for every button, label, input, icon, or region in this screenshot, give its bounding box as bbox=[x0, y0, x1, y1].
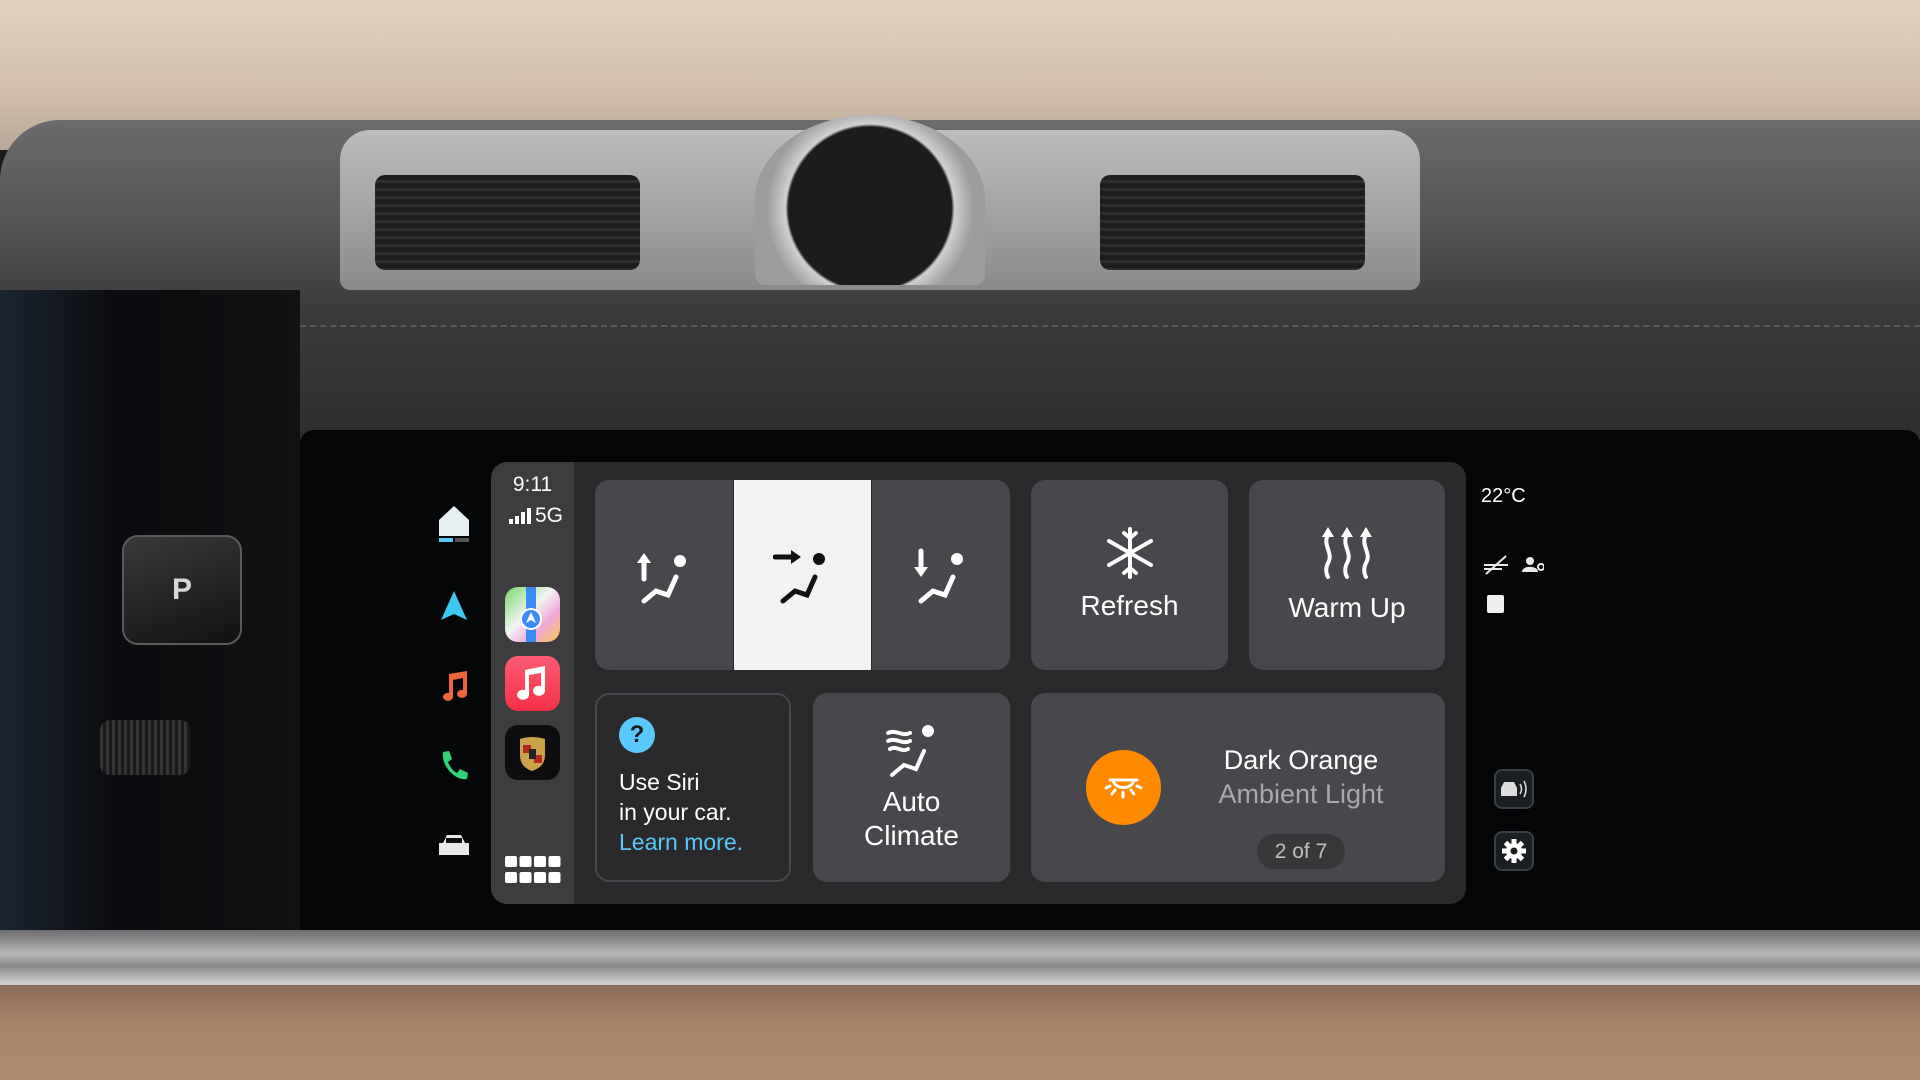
question-icon: ? bbox=[619, 717, 655, 753]
ambient-title: Dark Orange bbox=[1223, 745, 1379, 775]
app-grid-icon[interactable] bbox=[505, 856, 561, 884]
siri-line1: Use Siri bbox=[619, 769, 700, 795]
dashboard-clock bbox=[755, 115, 985, 285]
airflow-center-button[interactable] bbox=[734, 480, 871, 670]
settings-button[interactable] bbox=[1494, 831, 1534, 871]
siri-line2: in your car. bbox=[619, 799, 732, 825]
park-assist-icon bbox=[1501, 780, 1527, 798]
air-vent-left bbox=[375, 175, 640, 270]
drive-mode-knob bbox=[100, 720, 190, 775]
snowflake-icon bbox=[1106, 527, 1153, 579]
signal-icon bbox=[508, 508, 531, 524]
auto-climate-tile[interactable]: Auto Climate bbox=[813, 693, 1010, 882]
air-vent-right bbox=[1100, 175, 1365, 270]
car-icon[interactable] bbox=[430, 822, 478, 870]
park-assist-button[interactable] bbox=[1494, 769, 1534, 809]
airflow-up-icon bbox=[637, 553, 686, 604]
network-type: 5G bbox=[534, 504, 563, 527]
maps-icon[interactable] bbox=[505, 587, 560, 642]
warm-up-tile[interactable]: Warm Up bbox=[1249, 480, 1445, 670]
page-indicator: 2 of 7 bbox=[1257, 834, 1345, 869]
music-icon[interactable] bbox=[430, 662, 478, 710]
ambient-light-icon bbox=[1086, 750, 1161, 825]
airflow-down-icon bbox=[914, 548, 963, 604]
gear-icon bbox=[1502, 839, 1526, 863]
auto-climate-icon bbox=[885, 724, 934, 777]
refresh-label: Refresh bbox=[1080, 590, 1179, 621]
refresh-tile[interactable]: Refresh bbox=[1031, 480, 1228, 670]
navigation-icon[interactable] bbox=[430, 582, 478, 630]
auto-climate-line2: Climate bbox=[864, 819, 959, 851]
temperature-readout: 22°C bbox=[1481, 485, 1526, 507]
trim-strip bbox=[0, 930, 1920, 990]
leather-seam bbox=[160, 325, 1920, 329]
ambient-subtitle: Ambient Light bbox=[1218, 779, 1384, 809]
airflow-up-button[interactable] bbox=[595, 480, 733, 670]
status-time: 9:11 bbox=[512, 473, 553, 496]
home-icon[interactable] bbox=[430, 500, 478, 548]
warm-up-label: Warm Up bbox=[1288, 592, 1406, 623]
status-network: 5G bbox=[498, 504, 574, 528]
siri-tip-tile[interactable]: ? Use Siri in your car. Learn more. bbox=[595, 693, 791, 882]
notification-icon bbox=[1487, 595, 1504, 613]
learn-more-link[interactable]: Learn more. bbox=[619, 827, 789, 857]
park-button: P bbox=[122, 535, 242, 645]
auto-climate-line1: Auto bbox=[882, 785, 941, 817]
airflow-center-icon bbox=[772, 550, 825, 604]
ambient-light-tile[interactable]: Dark Orange Ambient Light 2 of 7 bbox=[1031, 693, 1445, 882]
lane-assist-off-icon bbox=[1482, 555, 1510, 580]
phone-icon[interactable] bbox=[430, 741, 478, 789]
heat-waves-icon bbox=[1322, 527, 1372, 579]
porsche-crest-icon[interactable] bbox=[505, 725, 560, 780]
music-app-icon[interactable] bbox=[505, 656, 560, 711]
leather-panel bbox=[0, 985, 1920, 1080]
airflow-down-button[interactable] bbox=[872, 480, 1010, 670]
driver-profile-icon bbox=[1520, 556, 1545, 579]
